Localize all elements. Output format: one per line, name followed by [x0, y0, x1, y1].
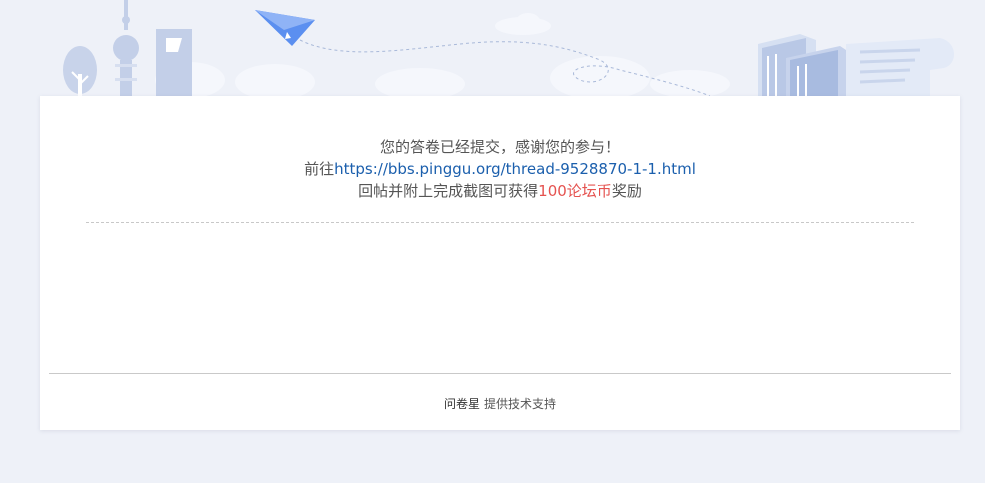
reward-instruction: 回帖并附上完成截图可获得100论坛币奖励 [40, 180, 960, 202]
tree-icon [63, 46, 97, 96]
footer-divider [49, 373, 951, 374]
forum-thread-link[interactable]: https://bbs.pinggu.org/thread-9528870-1-… [334, 160, 696, 178]
tv-tower-icon [113, 0, 139, 96]
skyscraper-icon [156, 29, 192, 96]
submission-message: 您的答卷已经提交，感谢您的参与！ 前往https://bbs.pinggu.or… [40, 136, 960, 202]
cloud-icon [155, 13, 730, 100]
thank-you-text: 您的答卷已经提交，感谢您的参与！ [379, 138, 620, 156]
reward-suffix: 奖励 [611, 182, 642, 200]
books-icon [758, 34, 846, 96]
reward-prefix: 回帖并附上完成截图可获得 [358, 182, 539, 200]
header-illustration [63, 0, 955, 100]
dashed-divider [86, 222, 914, 223]
paper-plane-icon [255, 10, 315, 46]
support-text: 提供技术支持 [484, 397, 557, 411]
powered-by: 问卷星 提供技术支持 [40, 395, 960, 412]
reward-amount: 100论坛币 [538, 182, 612, 200]
go-to-label: 前往 [304, 160, 335, 178]
brand-link[interactable]: 问卷星 [444, 397, 480, 411]
forum-instruction: 前往https://bbs.pinggu.org/thread-9528870-… [40, 158, 960, 180]
result-card: 您的答卷已经提交，感谢您的参与！ 前往https://bbs.pinggu.or… [40, 96, 960, 430]
scroll-icon [846, 38, 955, 96]
